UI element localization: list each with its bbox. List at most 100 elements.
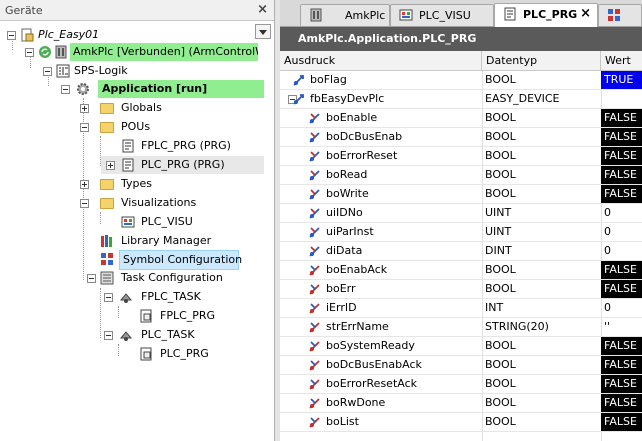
tree-item-plc-visu[interactable]: PLC_VISU <box>101 213 251 231</box>
tree-item-visualizations[interactable]: Visualizations <box>80 194 234 212</box>
table-row[interactable]: boSystemReady BOOL FALSE <box>280 337 642 356</box>
tree-item-symbol-configuration[interactable]: Symbol Configuration <box>84 250 242 270</box>
table-row[interactable]: boList BOOL FALSE <box>280 413 642 432</box>
value-cell[interactable]: FALSE <box>601 109 642 127</box>
tree-item-application[interactable]: Application [run] <box>58 80 264 98</box>
value-cell[interactable]: 0 <box>601 299 642 317</box>
table-row[interactable]: boRead BOOL FALSE <box>280 166 642 185</box>
table-row[interactable]: boErrorResetAck BOOL FALSE <box>280 375 642 394</box>
expand-toggle[interactable] <box>80 104 89 113</box>
tree-item-plc-prg[interactable]: PLC_PRG (PRG) <box>101 156 264 174</box>
collapse-toggle[interactable] <box>87 274 96 283</box>
table-row[interactable]: boFlag BOOL TRUE <box>280 71 642 90</box>
tree-item-device[interactable]: AmkPlc [Verbunden] (ArmControlWit <box>22 43 258 61</box>
tree-item-fplc-task[interactable]: FPLC_TASK <box>101 288 241 306</box>
tree-item-plc-task[interactable]: PLC_TASK <box>101 326 241 344</box>
tree-item-plc-task-prg[interactable]: PLC_PRG <box>119 345 239 363</box>
expression-cell: fbEasyDevPlc <box>310 92 385 105</box>
table-row[interactable]: boEnable BOOL FALSE <box>280 109 642 128</box>
value-cell[interactable]: FALSE <box>601 337 642 355</box>
table-row[interactable]: diData DINT 0 <box>280 242 642 261</box>
table-row[interactable]: boErr BOOL FALSE <box>280 280 642 299</box>
pou-icon <box>504 7 516 21</box>
tab-label: PLC_VISU <box>419 9 471 22</box>
editor-title-bar: AmkPlc.Application.PLC_PRG <box>280 27 642 51</box>
value-cell[interactable]: FALSE <box>601 413 642 431</box>
collapse-toggle[interactable] <box>80 199 89 208</box>
tree-item-fplc-prg[interactable]: FPLC_PRG (PRG) <box>101 137 251 155</box>
type-cell: EASY_DEVICE <box>485 92 560 105</box>
expression-cell: boRead <box>326 168 368 181</box>
tab-amkplc[interactable]: AmkPlc <box>300 4 390 26</box>
value-cell[interactable]: FALSE <box>601 128 642 146</box>
variable-icon <box>293 75 304 86</box>
tab-plc-visu[interactable]: PLC_VISU <box>390 4 494 26</box>
value-cell[interactable] <box>601 90 642 108</box>
value-cell[interactable]: 0 <box>601 242 642 260</box>
table-row[interactable]: boDcBusEnab BOOL FALSE <box>280 128 642 147</box>
table-row[interactable]: uiParInst UINT 0 <box>280 223 642 242</box>
value-cell[interactable]: FALSE <box>601 394 642 412</box>
collapse-toggle[interactable] <box>25 48 34 57</box>
variable-icon <box>293 94 304 105</box>
table-row[interactable]: boWrite BOOL FALSE <box>280 185 642 204</box>
output-variable-icon <box>309 398 320 409</box>
close-icon[interactable]: × <box>257 2 268 17</box>
column-header-value[interactable]: Wert <box>601 51 642 71</box>
column-header-expression[interactable]: Ausdruck <box>280 51 482 71</box>
value-cell[interactable]: FALSE <box>601 356 642 374</box>
value-cell[interactable]: FALSE <box>601 185 642 203</box>
tab-overflow[interactable] <box>598 4 642 26</box>
type-cell: BOOL <box>485 73 516 86</box>
value-cell[interactable]: FALSE <box>601 375 642 393</box>
tree-item-library-manager[interactable]: Library Manager <box>84 232 234 250</box>
tab-label: AmkPlc <box>345 9 386 22</box>
type-cell: BOOL <box>485 187 516 200</box>
close-tab-icon[interactable]: × <box>580 4 591 24</box>
collapse-toggle[interactable] <box>7 31 16 40</box>
collapse-toggle[interactable] <box>43 67 52 76</box>
tab-plc-prg[interactable]: PLC_PRG × <box>494 3 598 27</box>
table-row[interactable]: uiIDNo UINT 0 <box>280 204 642 223</box>
table-row[interactable]: iErrID INT 0 <box>280 299 642 318</box>
table-row[interactable]: fbEasyDevPlc EASY_DEVICE <box>280 90 642 109</box>
table-row[interactable]: boRwDone BOOL FALSE <box>280 394 642 413</box>
tree-item-label: FPLC_PRG (PRG) <box>141 139 231 152</box>
value-cell[interactable]: FALSE <box>601 261 642 279</box>
value-cell[interactable]: 0 <box>601 204 642 222</box>
tab-label: PLC_PRG <box>523 8 578 21</box>
table-row[interactable]: boDcBusEnabAck BOOL FALSE <box>280 356 642 375</box>
tree-item-sps-logic[interactable]: SPS-Logik <box>40 62 240 80</box>
collapse-toggle[interactable] <box>104 293 113 302</box>
tree-item-pous[interactable]: POUs <box>80 118 234 136</box>
visualization-icon <box>121 216 135 228</box>
tree-item-project[interactable]: Plc_Easy01 <box>4 26 254 44</box>
collapse-toggle[interactable] <box>104 331 113 340</box>
tree-item-task-configuration[interactable]: Task Configuration <box>84 269 244 287</box>
tree-item-fplc-task-prg[interactable]: FPLC_PRG <box>119 307 239 325</box>
value-cell[interactable]: FALSE <box>601 280 642 298</box>
value-cell[interactable]: FALSE <box>601 147 642 165</box>
expand-toggle[interactable] <box>80 180 89 189</box>
library-icon <box>101 235 112 247</box>
tree-item-globals[interactable]: Globals <box>80 99 234 117</box>
value-cell[interactable]: 0 <box>601 223 642 241</box>
table-row[interactable]: boEnabAck BOOL FALSE <box>280 261 642 280</box>
editor-panel: AmkPlc PLC_VISU PLC_PRG × AmkPlc.Applica… <box>280 0 642 441</box>
value-cell[interactable]: FALSE <box>601 166 642 184</box>
table-row[interactable]: strErrName STRING(20) '' <box>280 318 642 337</box>
panel-dropdown-button[interactable] <box>255 24 271 39</box>
value-cell[interactable]: '' <box>601 318 642 336</box>
program-call-icon <box>140 347 152 361</box>
collapse-toggle[interactable] <box>61 85 70 94</box>
expression-cell: uiParInst <box>326 225 374 238</box>
tree-item-label: Visualizations <box>121 196 197 209</box>
tree-item-types[interactable]: Types <box>80 175 234 193</box>
type-cell: BOOL <box>485 282 516 295</box>
table-row[interactable]: boErrorReset BOOL FALSE <box>280 147 642 166</box>
value-cell[interactable]: TRUE <box>601 71 642 89</box>
collapse-toggle[interactable] <box>80 123 89 132</box>
column-header-type[interactable]: Datentyp <box>482 51 601 71</box>
expand-toggle[interactable] <box>106 161 115 170</box>
device-icon <box>55 45 67 59</box>
